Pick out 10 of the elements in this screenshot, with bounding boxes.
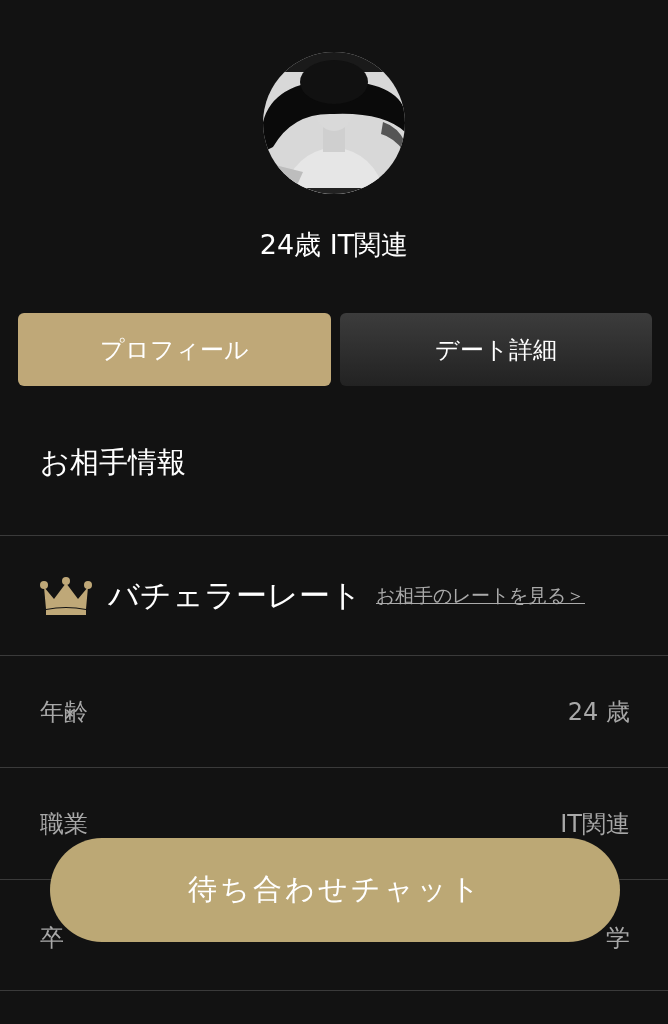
- section-title: お相手情報: [40, 444, 187, 481]
- detail-value: IT関連: [560, 808, 630, 840]
- detail-value: 24 歳: [567, 696, 630, 728]
- rate-label: バチェラーレート: [108, 575, 362, 615]
- rate-link[interactable]: お相手のレートを見る＞: [376, 582, 585, 609]
- detail-label: 職業: [40, 808, 88, 840]
- detail-label: 年齢: [40, 696, 88, 728]
- profile-headline: 24歳 IT関連: [259, 228, 409, 262]
- tab[interactable]: デート詳細: [339, 313, 652, 386]
- crown-icon: [40, 576, 92, 615]
